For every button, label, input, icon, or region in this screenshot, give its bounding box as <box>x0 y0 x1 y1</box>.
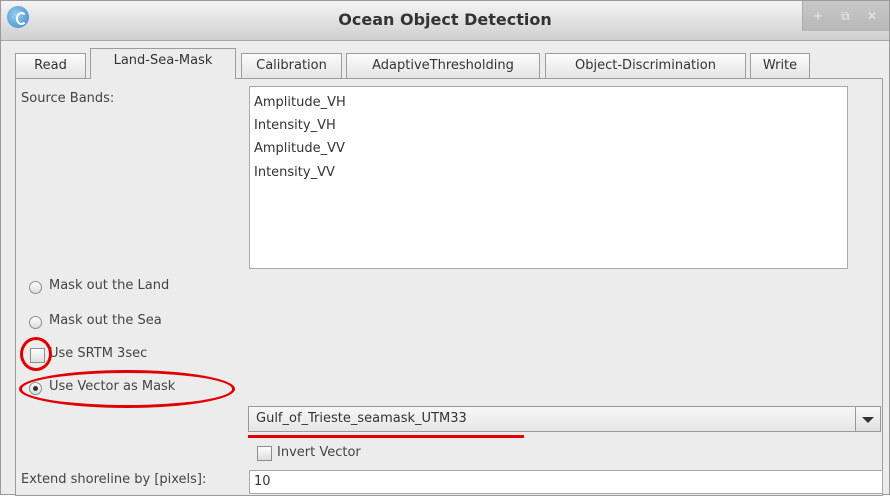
annotation-circle-srtm <box>20 337 52 371</box>
window-title: Ocean Object Detection <box>338 10 552 29</box>
extend-shoreline-input[interactable]: 10 <box>249 470 883 494</box>
chevron-down-icon[interactable] <box>855 407 880 431</box>
list-item[interactable]: Intensity_VV <box>254 165 335 180</box>
tab-adaptive-thresholding[interactable]: AdaptiveThresholding <box>346 53 540 78</box>
mask-sea-label[interactable]: Mask out the Sea <box>49 313 162 328</box>
source-bands-list[interactable]: Amplitude_VH Intensity_VH Amplitude_VV I… <box>249 86 848 269</box>
tab-read[interactable]: Read <box>15 53 86 78</box>
extend-shoreline-label: Extend shoreline by [pixels]: <box>21 472 207 487</box>
dialog-window: Ocean Object Detection + ⧉ ✕ Read Land-S… <box>0 0 890 496</box>
list-item[interactable]: Intensity_VH <box>254 118 336 133</box>
vector-mask-select[interactable]: Gulf_of_Trieste_seamask_UTM33 <box>248 406 881 432</box>
maximize-icon[interactable]: + <box>813 9 823 23</box>
tab-bar: Read Land-Sea-Mask Calibration AdaptiveT… <box>15 48 885 79</box>
source-bands-label: Source Bands: <box>21 91 115 106</box>
title-bar: Ocean Object Detection + ⧉ ✕ <box>1 1 889 41</box>
list-item[interactable]: Amplitude_VH <box>254 95 346 110</box>
tab-calibration[interactable]: Calibration <box>241 53 342 78</box>
mask-land-radio[interactable] <box>29 281 42 294</box>
use-srtm-label[interactable]: Use SRTM 3sec <box>49 346 147 361</box>
tab-write[interactable]: Write <box>750 53 810 78</box>
invert-vector-label[interactable]: Invert Vector <box>277 445 361 460</box>
mask-sea-radio[interactable] <box>29 316 42 329</box>
tab-land-sea-mask[interactable]: Land-Sea-Mask <box>90 48 236 79</box>
restore-icon[interactable]: ⧉ <box>841 9 850 24</box>
tab-object-discrimination[interactable]: Object-Discrimination <box>545 53 746 78</box>
annotation-underline <box>248 435 524 438</box>
annotation-ellipse-vector <box>19 370 235 408</box>
extend-shoreline-value: 10 <box>254 474 271 489</box>
mask-land-label[interactable]: Mask out the Land <box>49 278 169 293</box>
land-sea-mask-panel: Source Bands: Amplitude_VH Intensity_VH … <box>15 78 883 496</box>
close-icon[interactable]: ✕ <box>867 9 877 23</box>
list-item[interactable]: Amplitude_VV <box>254 141 345 156</box>
vector-mask-value: Gulf_of_Trieste_seamask_UTM33 <box>256 411 467 426</box>
window-controls: + ⧉ ✕ <box>802 1 889 31</box>
invert-vector-checkbox[interactable] <box>257 446 272 461</box>
